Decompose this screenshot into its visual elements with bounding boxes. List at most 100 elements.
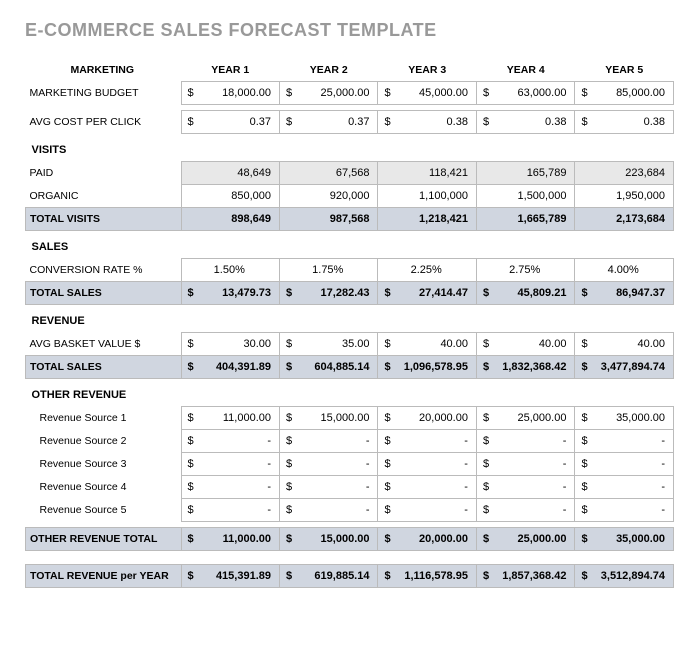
other-revenue-label: OTHER REVENUE bbox=[26, 379, 674, 407]
cell[interactable]: $- bbox=[476, 453, 574, 476]
other-row-4: Revenue Source 4 $- $- $- $- $- bbox=[26, 476, 674, 499]
cell[interactable]: $- bbox=[280, 499, 378, 522]
cell[interactable]: $30.00 bbox=[181, 333, 279, 356]
cell: 1,218,421 bbox=[378, 208, 476, 231]
cell[interactable]: 1,500,000 bbox=[476, 185, 574, 208]
row-label: OTHER REVENUE TOTAL bbox=[26, 528, 182, 551]
cell: $619,885.14 bbox=[280, 565, 378, 588]
cell[interactable]: $- bbox=[575, 430, 674, 453]
cell[interactable]: 4.00% bbox=[575, 259, 674, 282]
other-row-2: Revenue Source 2 $- $- $- $- $- bbox=[26, 430, 674, 453]
cell: $11,000.00 bbox=[181, 528, 279, 551]
cell: $25,000.00 bbox=[476, 528, 574, 551]
row-label: ORGANIC bbox=[26, 185, 182, 208]
cell[interactable]: $40.00 bbox=[575, 333, 674, 356]
cell: 987,568 bbox=[280, 208, 378, 231]
cell[interactable]: $0.38 bbox=[476, 111, 574, 134]
cell[interactable]: $- bbox=[575, 453, 674, 476]
cell[interactable]: 920,000 bbox=[280, 185, 378, 208]
cell[interactable]: 1,950,000 bbox=[575, 185, 674, 208]
row-label: MARKETING BUDGET bbox=[26, 82, 182, 105]
page-title: E-COMMERCE SALES FORECAST TEMPLATE bbox=[25, 20, 674, 41]
other-total-row: OTHER REVENUE TOTAL $11,000.00 $15,000.0… bbox=[26, 528, 674, 551]
cell: 1,665,789 bbox=[476, 208, 574, 231]
row-label: Revenue Source 4 bbox=[26, 476, 182, 499]
cell: $3,477,894.74 bbox=[575, 356, 674, 379]
row-label: TOTAL SALES bbox=[26, 356, 182, 379]
marketing-label: MARKETING bbox=[26, 59, 182, 82]
sales-label: SALES bbox=[26, 231, 674, 259]
cell: $27,414.47 bbox=[378, 282, 476, 305]
cell[interactable]: $0.37 bbox=[181, 111, 279, 134]
cell: $604,885.14 bbox=[280, 356, 378, 379]
cell[interactable]: 1.75% bbox=[280, 259, 378, 282]
cell[interactable]: $- bbox=[378, 453, 476, 476]
year-1-header: YEAR 1 bbox=[181, 59, 279, 82]
cell[interactable]: $- bbox=[476, 499, 574, 522]
cell[interactable]: $18,000.00 bbox=[181, 82, 279, 105]
cell[interactable]: $- bbox=[280, 476, 378, 499]
cell[interactable]: $- bbox=[476, 476, 574, 499]
cell[interactable]: $- bbox=[181, 499, 279, 522]
cell[interactable]: $0.38 bbox=[575, 111, 674, 134]
total-visits-row: TOTAL VISITS 898,649 987,568 1,218,421 1… bbox=[26, 208, 674, 231]
paid-row: PAID 48,649 67,568 118,421 165,789 223,6… bbox=[26, 162, 674, 185]
cell[interactable]: 118,421 bbox=[378, 162, 476, 185]
cell[interactable]: $35,000.00 bbox=[575, 407, 674, 430]
cell: $86,947.37 bbox=[575, 282, 674, 305]
year-3-header: YEAR 3 bbox=[378, 59, 476, 82]
forecast-table: MARKETING YEAR 1 YEAR 2 YEAR 3 YEAR 4 YE… bbox=[25, 59, 674, 588]
cell[interactable]: $- bbox=[280, 453, 378, 476]
final-total-row: TOTAL REVENUE per YEAR $415,391.89 $619,… bbox=[26, 565, 674, 588]
cell[interactable]: 2.25% bbox=[378, 259, 476, 282]
cell[interactable]: 67,568 bbox=[280, 162, 378, 185]
conversion-row: CONVERSION RATE % 1.50% 1.75% 2.25% 2.75… bbox=[26, 259, 674, 282]
cell[interactable]: 2.75% bbox=[476, 259, 574, 282]
year-4-header: YEAR 4 bbox=[476, 59, 574, 82]
revenue-label: REVENUE bbox=[26, 305, 674, 333]
cell[interactable]: $63,000.00 bbox=[476, 82, 574, 105]
cell[interactable]: $15,000.00 bbox=[280, 407, 378, 430]
other-row-1: Revenue Source 1 $11,000.00 $15,000.00 $… bbox=[26, 407, 674, 430]
cell[interactable]: $- bbox=[181, 476, 279, 499]
cell: $15,000.00 bbox=[280, 528, 378, 551]
cell[interactable]: $20,000.00 bbox=[378, 407, 476, 430]
cell[interactable]: $- bbox=[181, 430, 279, 453]
cell[interactable]: $40.00 bbox=[476, 333, 574, 356]
cell[interactable]: 48,649 bbox=[181, 162, 279, 185]
cell[interactable]: $40.00 bbox=[378, 333, 476, 356]
cell[interactable]: $- bbox=[378, 476, 476, 499]
row-label: Revenue Source 2 bbox=[26, 430, 182, 453]
row-label: AVG BASKET VALUE $ bbox=[26, 333, 182, 356]
cell[interactable]: $45,000.00 bbox=[378, 82, 476, 105]
cell[interactable]: $- bbox=[476, 430, 574, 453]
row-label: TOTAL VISITS bbox=[26, 208, 182, 231]
cell[interactable]: $- bbox=[181, 453, 279, 476]
cell[interactable]: 223,684 bbox=[575, 162, 674, 185]
cell[interactable]: 1.50% bbox=[181, 259, 279, 282]
row-label: AVG COST PER CLICK bbox=[26, 111, 182, 134]
row-label: TOTAL SALES bbox=[26, 282, 182, 305]
cell[interactable]: $25,000.00 bbox=[280, 82, 378, 105]
cell[interactable]: $85,000.00 bbox=[575, 82, 674, 105]
year-header-row: MARKETING YEAR 1 YEAR 2 YEAR 3 YEAR 4 YE… bbox=[26, 59, 674, 82]
cell[interactable]: $11,000.00 bbox=[181, 407, 279, 430]
cell[interactable]: 850,000 bbox=[181, 185, 279, 208]
cell[interactable]: $- bbox=[575, 499, 674, 522]
cell: 898,649 bbox=[181, 208, 279, 231]
cell[interactable]: $- bbox=[280, 430, 378, 453]
basket-row: AVG BASKET VALUE $ $30.00 $35.00 $40.00 … bbox=[26, 333, 674, 356]
cell[interactable]: 1,100,000 bbox=[378, 185, 476, 208]
cell[interactable]: $0.37 bbox=[280, 111, 378, 134]
cpc-row: AVG COST PER CLICK $0.37 $0.37 $0.38 $0.… bbox=[26, 111, 674, 134]
visits-label: VISITS bbox=[26, 134, 674, 162]
cell[interactable]: 165,789 bbox=[476, 162, 574, 185]
row-label: TOTAL REVENUE per YEAR bbox=[26, 565, 182, 588]
cell[interactable]: $25,000.00 bbox=[476, 407, 574, 430]
cell[interactable]: $- bbox=[575, 476, 674, 499]
cell[interactable]: $35.00 bbox=[280, 333, 378, 356]
cell[interactable]: $0.38 bbox=[378, 111, 476, 134]
cell[interactable]: $- bbox=[378, 430, 476, 453]
cell[interactable]: $- bbox=[378, 499, 476, 522]
cell: $3,512,894.74 bbox=[575, 565, 674, 588]
